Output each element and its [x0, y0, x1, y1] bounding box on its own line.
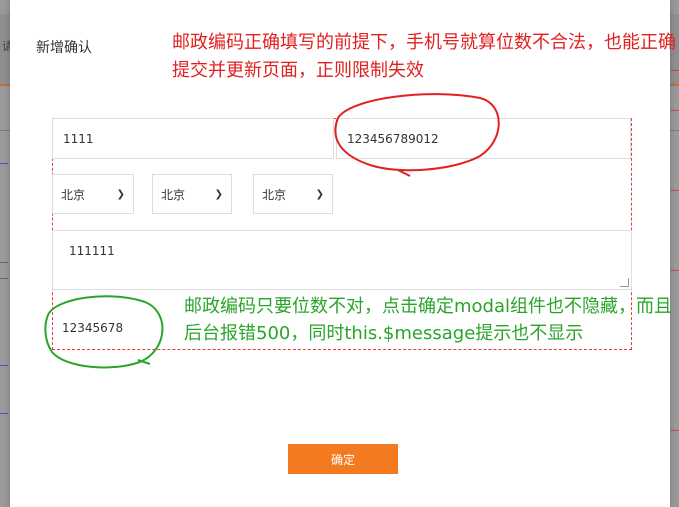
background-marker [0, 262, 8, 263]
district-select-value: 北京 [262, 187, 287, 202]
background-marker [0, 278, 8, 279]
address-value: 111111 [69, 244, 115, 258]
phone-value: 123456789012 [347, 131, 439, 146]
province-select-value: 北京 [61, 187, 86, 202]
background-marker [671, 270, 679, 271]
confirm-button[interactable]: 确定 [288, 444, 398, 474]
code-value: 12345678 [62, 321, 124, 335]
background-marker [0, 365, 8, 366]
district-select[interactable]: 北京 ❯ [253, 174, 333, 214]
background-marker [671, 430, 679, 431]
address-textarea[interactable]: 111111 [52, 230, 632, 290]
postal-code-value: 1111 [63, 131, 94, 146]
add-confirm-modal: 新增确认 邮政编码正确填写的前提下，手机号就算位数不合法，也能正确提交并更新页面… [10, 0, 676, 507]
background-marker [0, 163, 8, 164]
background-marker [0, 413, 8, 414]
phone-input[interactable]: 123456789012 [336, 118, 631, 159]
red-annotation-note: 邮政编码正确填写的前提下，手机号就算位数不合法，也能正确提交并更新页面，正则限制… [172, 32, 676, 81]
modal-title: 新增确认 [36, 40, 92, 56]
province-select[interactable]: 北京 ❯ [52, 174, 134, 214]
city-select[interactable]: 北京 ❯ [152, 174, 232, 214]
background-marker [671, 110, 679, 111]
background-marker [671, 190, 679, 191]
green-annotation-note: 邮政编码只要位数不对，点击确定modal组件也不隐藏，而且后台报错500，同时t… [184, 296, 673, 344]
chevron-down-icon: ❯ [214, 188, 223, 200]
postal-code-input[interactable]: 1111 [52, 118, 334, 159]
code-input[interactable]: 12345678 [52, 310, 182, 346]
chevron-down-icon: ❯ [116, 188, 125, 200]
chevron-down-icon: ❯ [315, 188, 324, 200]
city-select-value: 北京 [161, 187, 186, 202]
resize-handle-icon[interactable] [620, 278, 629, 287]
